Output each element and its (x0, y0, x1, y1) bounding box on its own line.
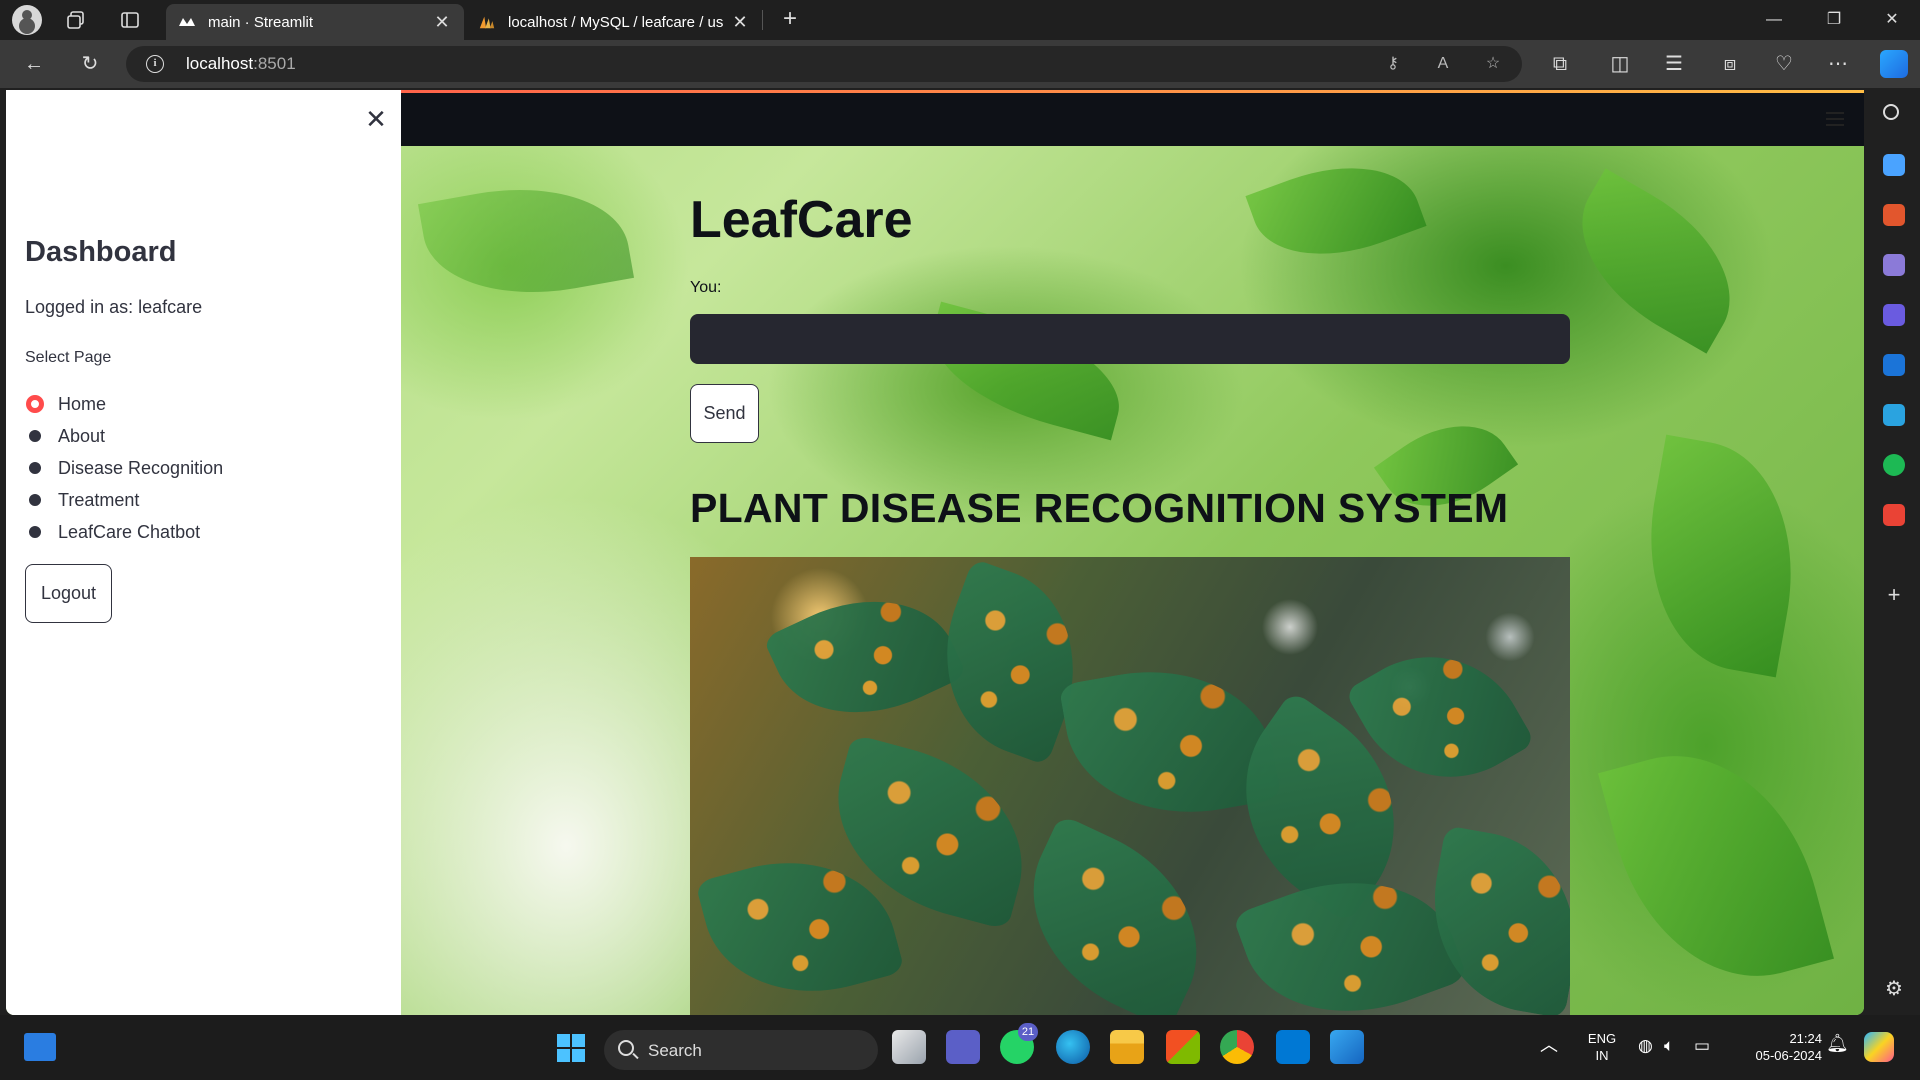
page-viewport: ✕ Dashboard Logged in as: leafcare Selec… (6, 90, 1864, 1015)
volume-icon[interactable]: 🔈︎ (1664, 1037, 1674, 1054)
language-indicator[interactable]: ENG IN (1582, 1030, 1622, 1064)
minimize-icon[interactable]: — (1746, 0, 1802, 40)
favorite-star-icon[interactable]: ☆ (1482, 53, 1504, 75)
back-arrow-icon[interactable]: ← (20, 50, 48, 78)
url-text: localhost:8501 (186, 54, 296, 73)
radio-label: Disease Recognition (58, 457, 224, 478)
search-icon (618, 1040, 634, 1056)
games-icon[interactable] (1883, 254, 1905, 276)
radio-label: Treatment (58, 489, 140, 510)
chat-input-label: You: (690, 279, 722, 296)
select-page-label: Select Page (25, 349, 112, 366)
radio-unselected-icon[interactable] (26, 427, 44, 445)
battery-icon[interactable]: ▭ (1694, 1037, 1710, 1054)
radio-label: About (58, 425, 106, 446)
teams-icon[interactable] (946, 1030, 980, 1064)
tools-briefcase-icon[interactable] (1883, 204, 1905, 226)
radio-unselected-icon[interactable] (26, 459, 44, 477)
close-sidebar-icon[interactable]: ✕ (362, 106, 390, 134)
radio-disease-recognition[interactable]: Disease Recognition (26, 452, 223, 484)
edge-browser-icon[interactable] (1056, 1030, 1090, 1064)
tab-title: main · Streamlit (208, 13, 314, 31)
browser-toolbar: ← ↻ i localhost:8501 ⚷ A ☆ ⧉ ◫ ☰ ⧈ ♡ ⋯ (0, 40, 1920, 88)
sidebar-title: Dashboard (25, 236, 177, 268)
search-placeholder: Search (648, 1041, 702, 1060)
vscode-icon[interactable] (1276, 1030, 1310, 1064)
task-view-icon[interactable] (892, 1030, 926, 1064)
file-explorer-icon[interactable] (1110, 1030, 1144, 1064)
add-sidebar-app-plus-icon[interactable]: + (1883, 584, 1905, 606)
close-tab-icon[interactable]: ✕ (730, 12, 750, 33)
tab-separator (762, 10, 763, 30)
tab-actions-icon[interactable] (116, 6, 144, 34)
profile-avatar-icon[interactable] (12, 5, 42, 35)
microsoft-store-icon[interactable] (1166, 1030, 1200, 1064)
radio-selected-icon[interactable] (26, 395, 44, 413)
logout-button[interactable]: Logout (25, 564, 112, 623)
radio-label: Home (58, 393, 107, 414)
radio-unselected-icon[interactable] (26, 491, 44, 509)
whatsapp-notification-badge: 21 (1018, 1023, 1038, 1041)
outlook-icon[interactable] (1883, 354, 1905, 376)
widgets-icon[interactable] (24, 1033, 56, 1061)
show-hidden-icons-chevron-icon[interactable]: ︿ (1540, 1036, 1558, 1054)
notification-bell-icon[interactable]: 🔔︎ (1826, 1034, 1849, 1052)
favorites-list-icon[interactable]: ☰ (1660, 50, 1688, 78)
copilot-taskbar-icon[interactable] (1864, 1032, 1894, 1062)
shopping-tag-icon[interactable] (1883, 154, 1905, 176)
workspaces-icon[interactable] (62, 6, 90, 34)
read-aloud-icon[interactable]: A (1432, 53, 1454, 75)
refresh-icon[interactable]: ↻ (76, 50, 104, 78)
address-bar[interactable]: i localhost:8501 ⚷ A ☆ (126, 46, 1522, 82)
tab-title: localhost / MySQL / leafcare / us (508, 13, 724, 31)
network-globe-icon[interactable]: ◍ (1638, 1037, 1653, 1054)
windows-start-icon[interactable] (556, 1033, 586, 1063)
send-button[interactable]: Send (690, 384, 759, 443)
chat-input[interactable] (690, 314, 1570, 364)
streamlit-favicon-icon (178, 13, 196, 31)
azure-data-studio-icon[interactable] (1330, 1030, 1364, 1064)
clock[interactable]: 21:24 05-06-2024 (1732, 1030, 1823, 1064)
radio-home[interactable]: Home (26, 388, 223, 420)
edge-sidebar: + ⚙ (1866, 88, 1920, 1015)
taskbar-search-box[interactable]: Search (604, 1030, 878, 1070)
radio-label: LeafCare Chatbot (58, 521, 201, 542)
radio-unselected-icon[interactable] (26, 523, 44, 541)
new-tab-plus-icon[interactable]: + (776, 6, 804, 34)
gmail-icon[interactable] (1883, 504, 1905, 526)
radio-leafcare-chatbot[interactable]: LeafCare Chatbot (26, 516, 223, 548)
spotify-icon[interactable] (1883, 454, 1905, 476)
key-icon[interactable]: ⚷ (1382, 53, 1404, 75)
logged-in-text: Logged in as: leafcare (25, 297, 203, 317)
browser-essentials-heart-icon[interactable]: ♡ (1770, 50, 1798, 78)
copilot-hex-icon[interactable] (1883, 304, 1905, 326)
copilot-icon[interactable] (1880, 50, 1908, 78)
collections-icon[interactable]: ⧈ (1716, 50, 1744, 78)
close-window-icon[interactable]: ✕ (1864, 0, 1920, 40)
close-tab-icon[interactable]: ✕ (432, 12, 452, 33)
extensions-puzzle-icon[interactable]: ⧉ (1546, 50, 1574, 78)
page-title: LeafCare (690, 191, 913, 249)
sidebar-settings-gear-icon[interactable]: ⚙ (1883, 978, 1905, 1000)
chrome-icon[interactable] (1220, 1030, 1254, 1064)
phpmyadmin-favicon-icon (478, 13, 496, 31)
streamlit-sidebar: ✕ Dashboard Logged in as: leafcare Selec… (6, 90, 401, 1015)
browser-tab-strip: main · Streamlit ✕ localhost / MySQL / l… (0, 0, 1920, 40)
tab-streamlit[interactable]: main · Streamlit ✕ (166, 4, 464, 40)
restore-icon[interactable]: ❐ (1806, 0, 1862, 40)
page-radio-group: Home About Disease Recognition Treatment… (26, 388, 223, 548)
site-info-icon[interactable]: i (146, 55, 164, 73)
diseased-plant-image (690, 557, 1570, 1015)
section-heading: PLANT DISEASE RECOGNITION SYSTEM (690, 485, 1509, 531)
search-icon[interactable] (1883, 104, 1899, 120)
split-screen-icon[interactable]: ◫ (1606, 50, 1634, 78)
tab-phpmyadmin[interactable]: localhost / MySQL / leafcare / us ✕ (466, 4, 762, 40)
hamburger-menu-icon[interactable] (1826, 112, 1844, 126)
radio-treatment[interactable]: Treatment (26, 484, 223, 516)
telegram-icon[interactable] (1883, 404, 1905, 426)
windows-taskbar: Search 21 ︿ ENG IN ◍ 🔈︎ ▭ 21:24 05-06-20… (0, 1015, 1920, 1080)
more-menu-icon[interactable]: ⋯ (1824, 50, 1852, 78)
radio-about[interactable]: About (26, 420, 223, 452)
